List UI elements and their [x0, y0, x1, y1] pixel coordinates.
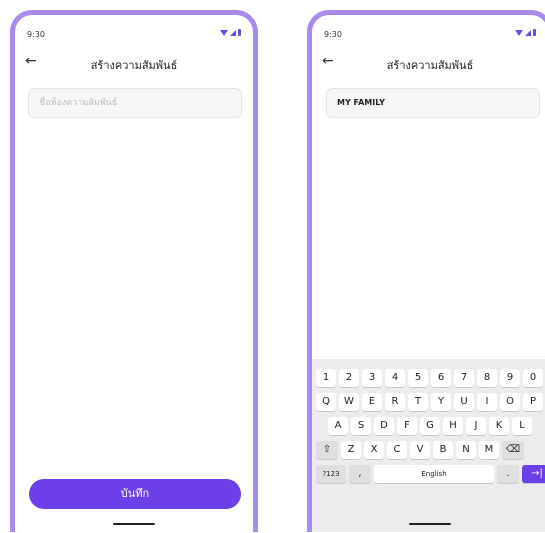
key[interactable]: V — [410, 441, 430, 459]
key[interactable]: T — [408, 393, 428, 411]
status-time: 9:30 — [324, 30, 342, 39]
keyboard-bottom-row: ?123 , English . →| — [316, 465, 545, 483]
key[interactable]: L — [512, 417, 532, 435]
key[interactable]: K — [489, 417, 509, 435]
key[interactable]: 2 — [339, 369, 359, 387]
key[interactable]: P — [523, 393, 543, 411]
key[interactable]: I — [477, 393, 497, 411]
keyboard-number-row: 1 2 3 4 5 6 7 8 9 0 — [316, 369, 545, 387]
key[interactable]: D — [374, 417, 394, 435]
key[interactable]: S — [351, 417, 371, 435]
enter-icon[interactable]: →| — [522, 465, 545, 483]
status-bar: 9:30 — [324, 28, 536, 42]
key[interactable]: F — [397, 417, 417, 435]
app-bar: ← สร้างความสัมพันธ์ — [312, 53, 545, 75]
status-bar: 9:30 — [27, 28, 241, 42]
shift-icon[interactable]: ⇧ — [316, 441, 338, 459]
relationship-room-name-input[interactable]: ชื่อห้องความสัมพันธ์ — [28, 88, 242, 118]
key[interactable]: 0 — [523, 369, 543, 387]
home-indicator — [409, 523, 451, 525]
symbols-key[interactable]: ?123 — [316, 465, 346, 483]
key[interactable]: 6 — [431, 369, 451, 387]
key[interactable]: R — [385, 393, 405, 411]
keyboard-row-asdf: A S D F G H J K L — [328, 417, 545, 435]
phone-frame-right: 9:30 ← สร้างความสัมพันธ์ MY FAMILY 1 2 3… — [307, 10, 545, 532]
key[interactable]: A — [328, 417, 348, 435]
key[interactable]: J — [466, 417, 486, 435]
key[interactable]: Y — [431, 393, 451, 411]
soft-keyboard: 1 2 3 4 5 6 7 8 9 0 Q W E R T Y U I O P … — [312, 359, 545, 532]
key[interactable]: 3 — [362, 369, 382, 387]
home-indicator — [113, 523, 155, 525]
save-button[interactable]: บันทึก — [29, 479, 241, 509]
wifi-icon — [515, 29, 523, 36]
relationship-room-name-input[interactable]: MY FAMILY — [326, 88, 540, 118]
key[interactable]: E — [362, 393, 382, 411]
key[interactable]: M — [479, 441, 499, 459]
page-title: สร้างความสัมพันธ์ — [386, 59, 474, 72]
keyboard-row-qwerty: Q W E R T Y U I O P — [316, 393, 545, 411]
battery-icon — [238, 29, 241, 36]
key[interactable]: H — [443, 417, 463, 435]
backspace-icon[interactable]: ⌫ — [502, 441, 524, 459]
signal-icon — [525, 29, 531, 36]
period-key[interactable]: . — [497, 465, 519, 483]
key[interactable]: 9 — [500, 369, 520, 387]
comma-key[interactable]: , — [349, 465, 371, 483]
wifi-icon — [220, 29, 228, 36]
key[interactable]: 8 — [477, 369, 497, 387]
key[interactable]: 1 — [316, 369, 336, 387]
phone-frame-left: 9:30 ← สร้างความสัมพันธ์ ชื่อห้องความสัม… — [10, 10, 258, 532]
signal-icon — [230, 29, 236, 36]
key[interactable]: W — [339, 393, 359, 411]
key[interactable]: G — [420, 417, 440, 435]
key[interactable]: 7 — [454, 369, 474, 387]
key[interactable]: 5 — [408, 369, 428, 387]
key[interactable]: O — [500, 393, 520, 411]
page-title: สร้างความสัมพันธ์ — [90, 59, 178, 72]
key[interactable]: Q — [316, 393, 336, 411]
key[interactable]: 4 — [385, 369, 405, 387]
space-key[interactable]: English — [374, 465, 494, 483]
key[interactable]: Z — [341, 441, 361, 459]
key[interactable]: B — [433, 441, 453, 459]
key[interactable]: N — [456, 441, 476, 459]
key[interactable]: C — [387, 441, 407, 459]
app-bar: ← สร้างความสัมพันธ์ — [15, 53, 253, 75]
key[interactable]: U — [454, 393, 474, 411]
keyboard-row-zxcv: ⇧ Z X C V B N M ⌫ — [316, 441, 545, 459]
status-time: 9:30 — [27, 30, 45, 39]
battery-icon — [533, 29, 536, 36]
key[interactable]: X — [364, 441, 384, 459]
